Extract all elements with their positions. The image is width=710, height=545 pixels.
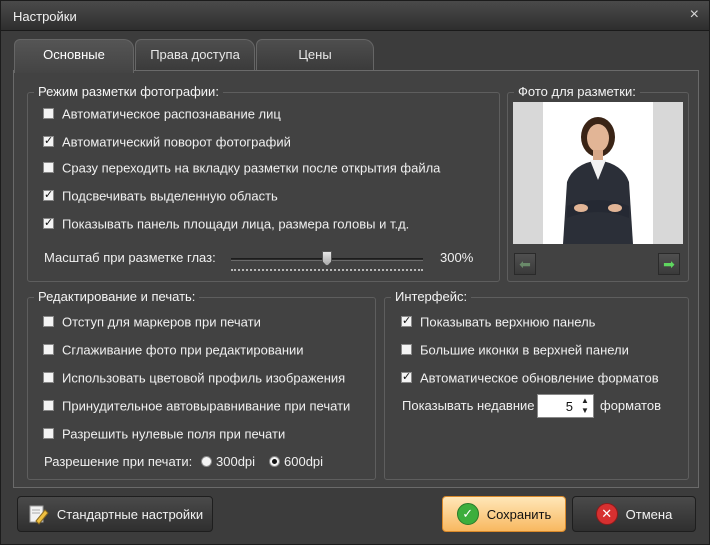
settings-dialog: Настройки × Основные Права доступа Цены … xyxy=(0,0,710,545)
eye-scale-value: 300% xyxy=(440,250,474,265)
recent-formats-stepper[interactable]: 5 ▲ ▼ xyxy=(537,394,594,418)
edit-pencil-icon xyxy=(29,505,49,525)
checkbox[interactable] xyxy=(43,108,54,120)
tab-access-rights[interactable]: Права доступа xyxy=(135,39,255,71)
option-show-top-panel[interactable]: ✓ Показывать верхнюю панель xyxy=(401,313,595,331)
arrow-left-icon: ⬅ xyxy=(519,256,531,272)
option-auto-update-formats[interactable]: ✓ Автоматическое обновление форматов xyxy=(401,369,659,387)
arrow-right-icon: ➡ xyxy=(663,256,675,272)
radio-button-selected[interactable] xyxy=(269,456,280,468)
photo-preview-legend: Фото для разметки: xyxy=(514,84,640,99)
option-face-area-panel[interactable]: ✓ Показывать панель площади лица, размера… xyxy=(43,215,409,233)
checkbox-checked[interactable]: ✓ xyxy=(401,372,412,384)
title-bar: Настройки × xyxy=(1,1,709,31)
eye-scale-slider-ticks xyxy=(231,269,423,272)
option-jump-to-markup[interactable]: Сразу переходить на вкладку разметки пос… xyxy=(43,159,440,177)
option-smoothing[interactable]: Сглаживание фото при редактировании xyxy=(43,341,304,359)
checkbox-checked[interactable]: ✓ xyxy=(43,218,54,230)
save-button-label: Сохранить xyxy=(486,506,552,522)
option-marker-indent[interactable]: Отступ для маркеров при печати xyxy=(43,313,261,331)
checkbox[interactable] xyxy=(43,344,54,356)
option-face-detection[interactable]: Автоматическое распознавание лиц xyxy=(43,105,281,123)
cancel-button-label: Отмена xyxy=(625,506,673,522)
sample-photo xyxy=(513,102,683,244)
checkbox[interactable] xyxy=(43,316,54,328)
checkbox-checked[interactable]: ✓ xyxy=(43,136,54,148)
radio-300dpi[interactable]: 300dpi xyxy=(201,453,255,471)
cancel-button[interactable]: ✕ Отмена xyxy=(572,496,696,532)
radio-button[interactable] xyxy=(201,456,212,468)
recent-formats-suffix: форматов xyxy=(600,398,661,413)
recent-formats-value[interactable]: 5 xyxy=(566,399,573,414)
checkbox[interactable] xyxy=(43,372,54,384)
defaults-button[interactable]: Стандартные настройки xyxy=(17,496,213,532)
option-zero-margins[interactable]: Разрешить нулевые поля при печати xyxy=(43,425,285,443)
cancel-x-icon: ✕ xyxy=(595,503,618,525)
checkmark-icon: ✓ xyxy=(456,503,479,525)
option-large-icons[interactable]: Большие иконки в верхней панели xyxy=(401,341,629,359)
print-resolution-label: Разрешение при печати: xyxy=(44,454,193,469)
tab-prices[interactable]: Цены xyxy=(256,39,374,71)
eye-scale-label: Масштаб при разметке глаз: xyxy=(44,250,216,265)
option-force-align[interactable]: Принудительное автовыравнивание при печа… xyxy=(43,397,350,415)
checkbox-checked[interactable]: ✓ xyxy=(43,190,54,202)
photo-markup-legend: Режим разметки фотографии: xyxy=(34,84,223,99)
defaults-button-label: Стандартные настройки xyxy=(56,506,204,522)
next-photo-button[interactable]: ➡ xyxy=(658,253,680,275)
checkbox-checked[interactable]: ✓ xyxy=(401,316,412,328)
checkbox[interactable] xyxy=(43,162,54,174)
editing-printing-legend: Редактирование и печать: xyxy=(34,289,200,304)
checkbox[interactable] xyxy=(43,400,54,412)
recent-formats-prefix: Показывать недавние xyxy=(402,398,535,413)
save-button[interactable]: ✓ Сохранить xyxy=(442,496,566,532)
checkbox[interactable] xyxy=(43,428,54,440)
option-highlight-area[interactable]: ✓ Подсвечивать выделенную область xyxy=(43,187,278,205)
option-color-profile[interactable]: Использовать цветовой профиль изображени… xyxy=(43,369,345,387)
tab-basic[interactable]: Основные xyxy=(14,39,134,73)
close-icon[interactable]: × xyxy=(690,6,699,24)
window-title: Настройки xyxy=(13,9,77,24)
portrait-image xyxy=(563,117,633,244)
prev-photo-button[interactable]: ⬅ xyxy=(514,253,536,275)
spin-arrows-icon[interactable]: ▲ ▼ xyxy=(579,396,591,416)
checkbox[interactable] xyxy=(401,344,412,356)
radio-600dpi[interactable]: 600dpi xyxy=(269,453,323,471)
option-auto-rotate[interactable]: ✓ Автоматический поворот фотографий xyxy=(43,133,291,151)
interface-legend: Интерфейс: xyxy=(391,289,472,304)
